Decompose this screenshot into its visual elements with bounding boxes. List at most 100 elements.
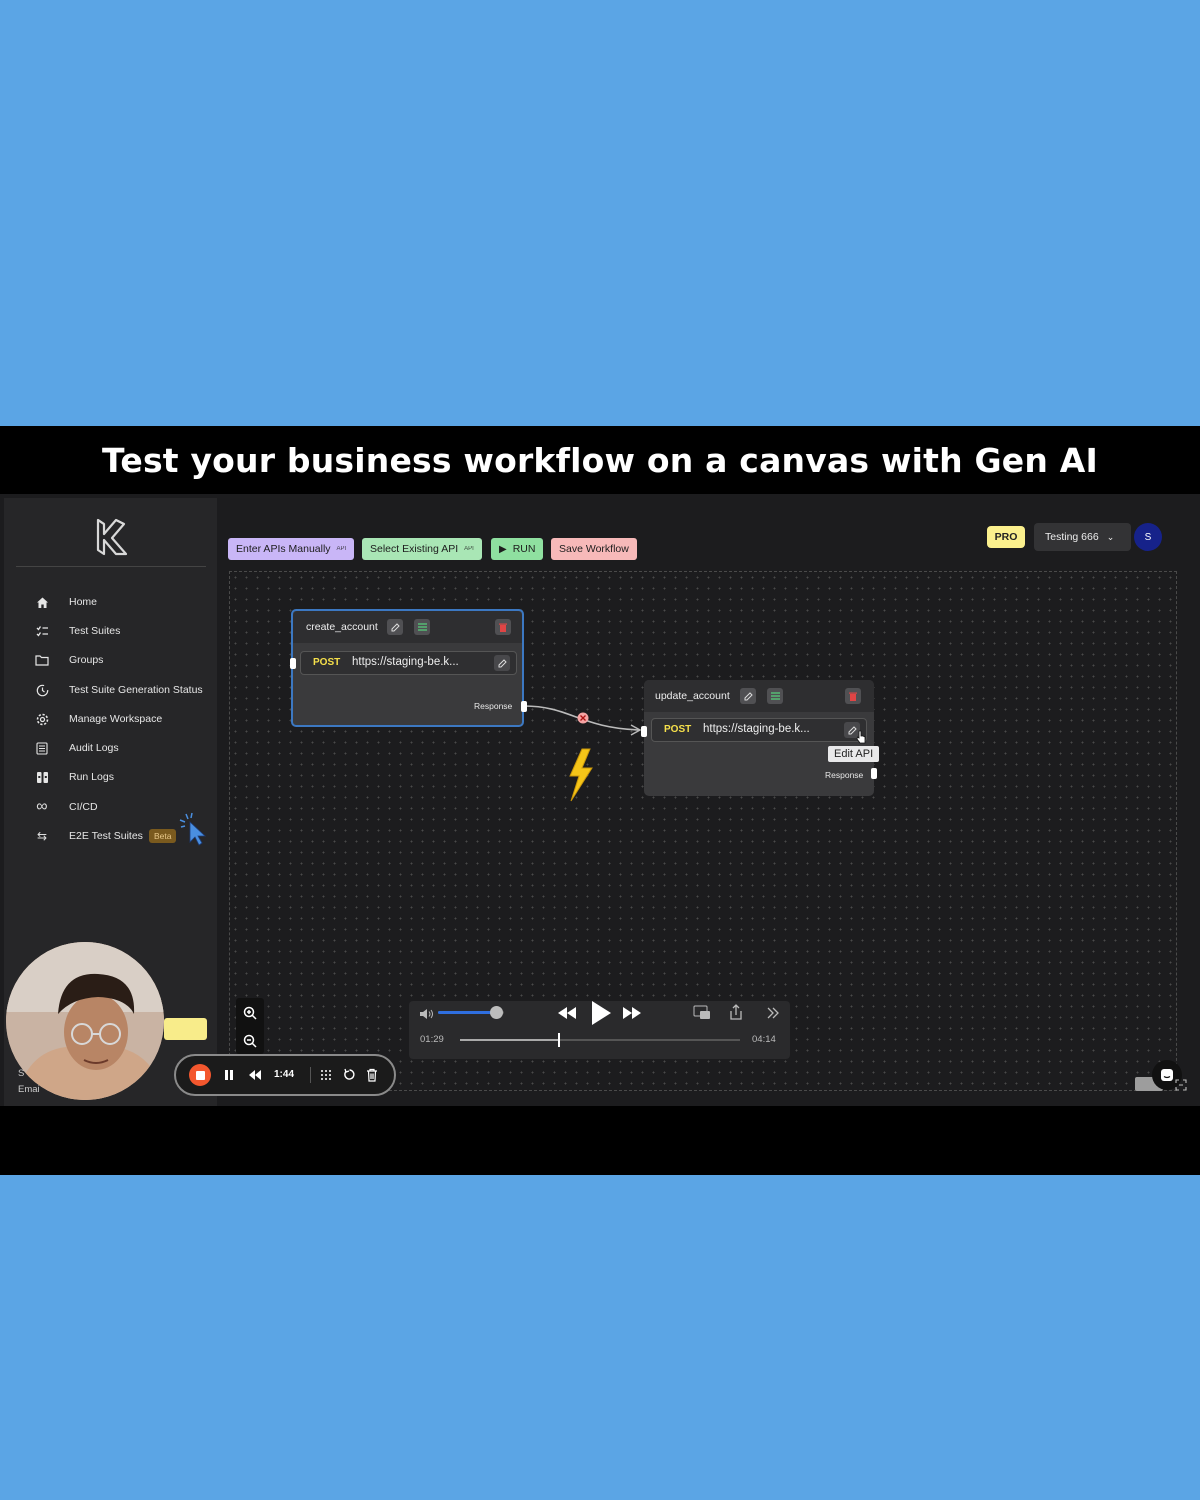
audit-list-icon (34, 740, 50, 756)
pro-badge: PRO (987, 526, 1025, 548)
output-handle[interactable] (871, 768, 877, 779)
sidebar-item-run-logs[interactable]: Run Logs (34, 765, 114, 789)
lightning-icon (569, 748, 593, 802)
sidebar-item-label: Home (69, 596, 98, 608)
chevron-down-icon: ⌄ (1106, 531, 1115, 542)
play-icon[interactable] (590, 1000, 612, 1026)
double-chevron-right-icon[interactable] (766, 1006, 780, 1020)
seek-bar[interactable] (460, 1033, 740, 1047)
zoom-in-icon[interactable] (242, 1005, 258, 1021)
delete-node-icon[interactable] (845, 688, 861, 704)
sidebar-item-label: Audit Logs (69, 742, 119, 754)
screen-recorder-bar: 1:44 (174, 1054, 396, 1096)
sidebar-item-cicd[interactable]: ∞ CI/CD (34, 795, 98, 819)
swap-arrows-icon: ⇆ (36, 829, 48, 843)
input-handle[interactable] (290, 658, 296, 669)
zoom-out-icon[interactable] (242, 1033, 258, 1049)
pause-icon[interactable] (224, 1069, 234, 1081)
run-button[interactable]: ▶ RUN (491, 538, 544, 560)
sidebar-item-manage-workspace[interactable]: Manage Workspace (34, 707, 162, 731)
api-url: https://staging-be.k... (703, 723, 810, 735)
cursor-click-icon (179, 812, 207, 846)
sidebar-item-test-suites[interactable]: Test Suites (34, 619, 120, 643)
workspace-name: Testing 666 (1045, 531, 1099, 543)
output-handle[interactable] (521, 701, 527, 712)
button-label: Enter APIs Manually (236, 543, 331, 555)
sidebar-item-groups[interactable]: Groups (34, 648, 103, 672)
input-handle[interactable] (641, 726, 647, 737)
output-label: Response (825, 770, 864, 780)
user-email-partial: Emai (18, 1084, 40, 1095)
home-icon (34, 594, 50, 610)
node-header: update_account (644, 680, 874, 712)
restart-icon[interactable] (343, 1068, 356, 1081)
trash-icon[interactable] (366, 1068, 378, 1082)
menu-icon[interactable] (767, 688, 783, 704)
api-row[interactable]: POST https://staging-be.k... (300, 651, 517, 675)
delete-edge-icon[interactable] (577, 712, 589, 724)
save-workflow-button[interactable]: Save Workflow (551, 538, 637, 560)
workspace-select[interactable]: Testing 666 ⌄ (1034, 523, 1131, 551)
workflow-node-create-account[interactable]: create_account POST https://staging-be.k… (291, 609, 524, 727)
edit-api-icon[interactable] (494, 655, 510, 671)
http-method: POST (664, 724, 692, 735)
recorder-divider (310, 1067, 311, 1083)
sidebar-divider (16, 566, 206, 567)
screenshot-icon[interactable] (1175, 1079, 1187, 1091)
run-logs-icon (34, 769, 50, 785)
chat-icon (1161, 1069, 1173, 1081)
api-row[interactable]: POST https://staging-be.k... (651, 718, 867, 742)
rewind-icon[interactable] (557, 1006, 577, 1020)
upgrade-banner[interactable] (164, 1018, 207, 1040)
sidebar-item-label: E2E Test Suites (69, 830, 143, 842)
node-header: create_account (293, 611, 522, 643)
play-icon: ▶ (499, 543, 507, 555)
webcam-overlay (6, 942, 164, 1100)
app-window: Home Test Suites Groups Test Suite Gener… (0, 494, 1200, 1106)
grid-dots-icon[interactable] (320, 1069, 332, 1081)
picture-in-picture-icon[interactable] (693, 1005, 711, 1021)
button-label: RUN (512, 543, 536, 555)
status-clock-icon (34, 682, 50, 698)
sidebar-item-audit-logs[interactable]: Audit Logs (34, 736, 119, 760)
sidebar-item-home[interactable]: Home (34, 590, 97, 614)
sidebar-item-label: CI/CD (69, 801, 98, 813)
rewind-icon[interactable] (248, 1069, 262, 1081)
bottom-letterbox (0, 1106, 1200, 1175)
stop-recording-button[interactable] (189, 1064, 211, 1086)
enter-apis-manually-button[interactable]: Enter APIs Manually API (228, 538, 355, 560)
node-title: update_account (655, 690, 730, 702)
edit-node-icon[interactable] (740, 688, 756, 704)
sidebar-item-generation-status[interactable]: Test Suite Generation Status (34, 678, 203, 702)
total-time: 04:14 (752, 1034, 776, 1045)
presenter-video (6, 942, 164, 1100)
infinity-icon: ∞ (36, 798, 48, 815)
output-label: Response (474, 701, 513, 711)
menu-icon[interactable] (414, 619, 430, 635)
button-label: Save Workflow (559, 543, 629, 555)
logo-icon[interactable] (94, 516, 130, 556)
select-existing-api-button[interactable]: Select Existing API API (362, 538, 482, 560)
edit-node-icon[interactable] (387, 619, 403, 635)
sidebar-item-label: Test Suites (69, 625, 121, 637)
sidebar-item-label: Groups (69, 654, 104, 666)
avatar[interactable]: S (1134, 523, 1162, 551)
video-player: 01:29 04:14 (409, 1001, 790, 1059)
button-label: Select Existing API (370, 543, 459, 555)
current-time: 01:29 (420, 1034, 444, 1045)
volume-icon[interactable] (419, 1007, 435, 1021)
workflow-node-update-account[interactable]: update_account POST https://staging-be.k… (644, 680, 874, 796)
title-banner: Test your business workflow on a canvas … (0, 426, 1200, 494)
zoom-controls (236, 998, 264, 1054)
node-title: create_account (306, 621, 378, 633)
share-icon[interactable] (728, 1004, 744, 1021)
sidebar-item-label: Test Suite Generation Status (69, 684, 203, 696)
volume-slider[interactable] (438, 1006, 504, 1019)
gear-icon (34, 711, 50, 727)
recording-time: 1:44 (274, 1069, 295, 1080)
sidebar-item-e2e-test-suites[interactable]: ⇆ E2E Test Suites Beta (34, 824, 177, 848)
fast-forward-icon[interactable] (622, 1006, 642, 1020)
api-mini-icon: API (464, 546, 474, 552)
delete-node-icon[interactable] (495, 619, 511, 635)
api-mini-icon: API (336, 546, 347, 552)
